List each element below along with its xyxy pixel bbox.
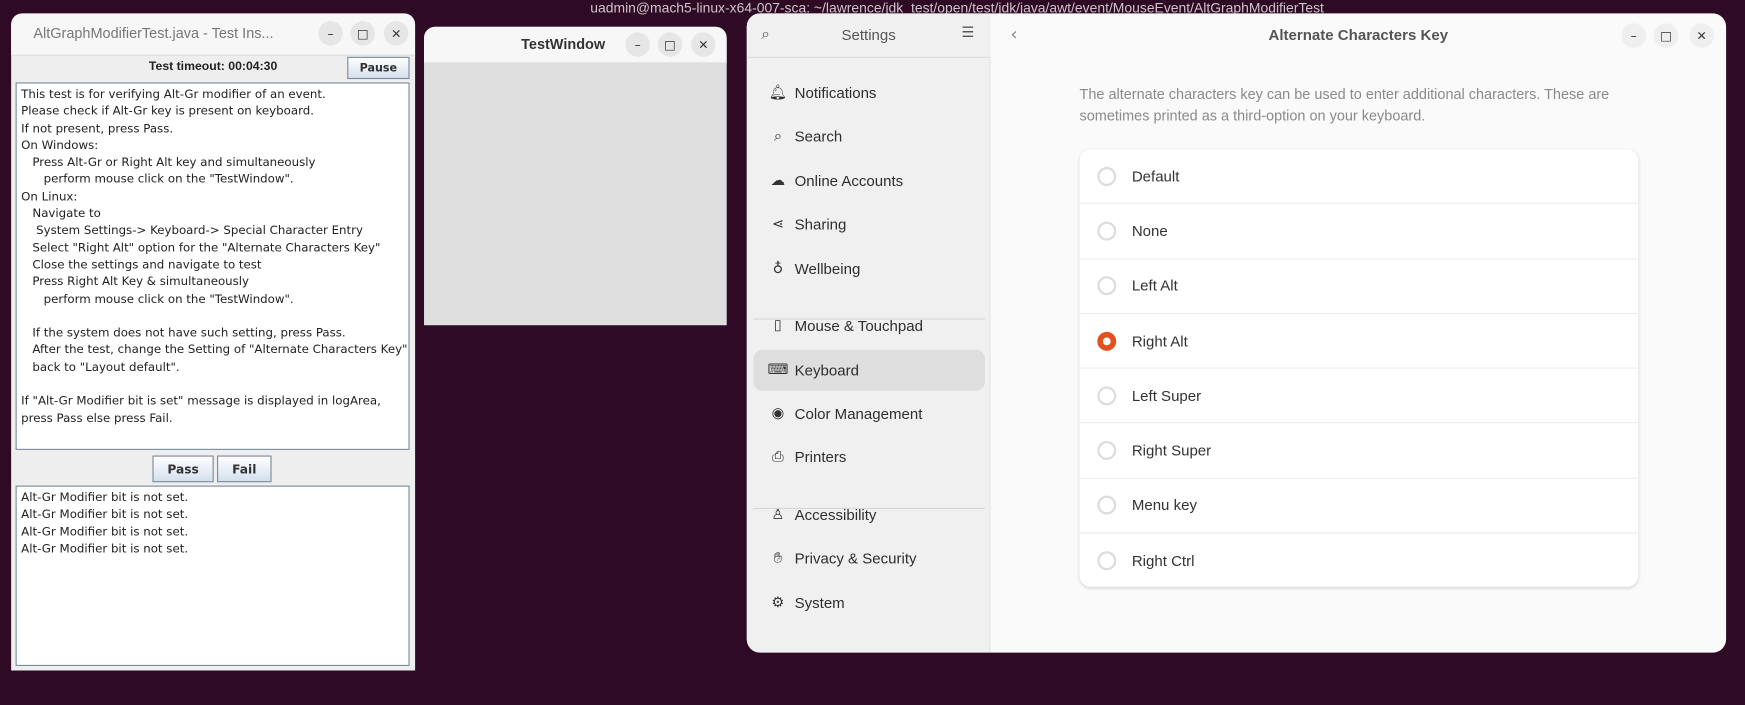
- option-label: None: [1131, 222, 1168, 240]
- sidebar-item-label: Accessibility: [794, 506, 877, 524]
- option-label: Left Super: [1131, 387, 1202, 405]
- share-icon: ⋖: [771, 216, 784, 233]
- bell-icon: 🔔︎: [768, 84, 788, 102]
- sidebar-item-system[interactable]: ⚙ System: [753, 582, 984, 623]
- sidebar-item-online-accounts[interactable]: ☁ Online Accounts: [753, 160, 984, 201]
- close-button[interactable]: ✕: [691, 32, 716, 57]
- sidebar-item-mouse-touchpad[interactable]: ▯ Mouse & Touchpad: [753, 305, 984, 346]
- minimize-button[interactable]: –: [1621, 23, 1646, 48]
- title-bar[interactable]: TestWindow – □ ✕: [424, 26, 727, 64]
- pass-button[interactable]: Pass: [152, 455, 214, 483]
- hand-icon: ✋︎: [773, 550, 783, 567]
- radio-button[interactable]: [1097, 386, 1117, 406]
- description: The alternate characters key can be used…: [1079, 85, 1610, 124]
- sidebar-item-label: Search: [794, 128, 843, 145]
- title-bar[interactable]: AltGraphModifierTest.java - Test Ins... …: [11, 13, 416, 56]
- settings-window: ⠿Apps🔔︎Notifications⌕Search☁Online Accou…: [746, 13, 1727, 653]
- sidebar-item-wellbeing[interactable]: ♁ Wellbeing: [753, 248, 984, 289]
- sidebar-item-label: Sharing: [794, 216, 847, 233]
- test-window[interactable]: TestWindow – □ ✕: [424, 26, 727, 326]
- keyboard-icon: ⌨: [767, 361, 789, 379]
- option-row[interactable]: None: [1079, 204, 1639, 260]
- gear-icon: ⚙: [771, 594, 785, 612]
- sidebar-item-label: System: [794, 594, 845, 612]
- cloud-icon: ☁: [770, 172, 786, 190]
- fail-button[interactable]: Fail: [217, 455, 272, 483]
- printer-icon: ⎙: [772, 448, 784, 466]
- minimize-button[interactable]: –: [318, 21, 343, 46]
- menu-icon[interactable]: ☰: [962, 25, 975, 42]
- search-icon: ⌕: [773, 128, 782, 145]
- wellbeing-icon: ♁: [772, 260, 784, 278]
- option-label: Right Ctrl: [1131, 552, 1195, 570]
- close-button[interactable]: ✕: [1689, 23, 1714, 48]
- option-row[interactable]: Left Super: [1079, 369, 1639, 424]
- maximize-button[interactable]: □: [657, 32, 683, 57]
- sidebar-divider: [753, 318, 985, 320]
- sidebar-item-label: Keyboard: [794, 361, 859, 379]
- option-row[interactable]: Default: [1079, 149, 1639, 205]
- option-row[interactable]: Right Alt: [1079, 314, 1639, 369]
- sidebar-item-printers[interactable]: ⎙ Printers: [753, 437, 984, 478]
- sidebar-item-color-management[interactable]: ◉ Color Management: [753, 393, 984, 434]
- sidebar-header: ⌕ Settings ☰: [746, 13, 991, 58]
- option-label: Menu key: [1131, 497, 1197, 514]
- maximize-button[interactable]: □: [350, 21, 376, 46]
- sidebar-item-label: Printers: [794, 448, 847, 466]
- color-icon: ◉: [771, 405, 785, 423]
- window-title: AltGraphModifierTest.java - Test Ins...: [33, 24, 274, 42]
- sidebar-item-label: Color Management: [794, 405, 923, 423]
- radio-button[interactable]: [1097, 221, 1117, 241]
- option-row[interactable]: Menu key: [1079, 479, 1639, 534]
- radio-button[interactable]: [1097, 276, 1117, 296]
- option-row[interactable]: Right Super: [1079, 424, 1639, 479]
- close-icon: ✕: [698, 37, 709, 52]
- sidebar-item-keyboard[interactable]: ⌨ Keyboard: [753, 349, 985, 391]
- minimize-icon: –: [634, 37, 641, 52]
- maximize-button[interactable]: □: [1653, 23, 1679, 48]
- sidebar-item-label: Wellbeing: [794, 260, 861, 278]
- close-button[interactable]: ✕: [383, 21, 409, 46]
- page-title: Alternate Characters Key: [1268, 26, 1449, 44]
- minimize-icon: –: [1630, 28, 1637, 43]
- sidebar-item-notifications[interactable]: 🔔︎ Notifications: [753, 72, 984, 113]
- sidebar-item-search[interactable]: ⌕ Search: [753, 116, 984, 157]
- sidebar-item-accessibility[interactable]: ♙ Accessibility: [753, 494, 984, 535]
- radio-button[interactable]: [1097, 441, 1117, 461]
- radio-button[interactable]: [1097, 166, 1117, 186]
- maximize-icon: □: [664, 37, 676, 52]
- sidebar-item-label: Privacy & Security: [794, 550, 917, 567]
- accessibility-icon: ♙: [771, 506, 785, 524]
- sidebar-item-label: Notifications: [794, 84, 877, 102]
- sidebar-item-sharing[interactable]: ⋖ Sharing: [753, 204, 984, 245]
- maximize-icon: □: [357, 26, 369, 41]
- radio-button[interactable]: [1097, 551, 1117, 571]
- option-label: Right Alt: [1131, 332, 1188, 350]
- close-icon: ✕: [1696, 28, 1707, 43]
- option-label: Left Alt: [1131, 277, 1178, 295]
- sidebar-item-label: Mouse & Touchpad: [794, 317, 923, 335]
- close-icon: ✕: [391, 26, 402, 41]
- maximize-icon: □: [1660, 28, 1672, 43]
- option-row[interactable]: Left Alt: [1079, 259, 1639, 314]
- minimize-icon: –: [327, 26, 334, 41]
- instructions-text-area[interactable]: This test is for verifying Alt-Gr modifi…: [15, 82, 410, 450]
- sidebar-item-label: Online Accounts: [794, 172, 904, 190]
- options-list: Default None Left Alt Right Alt Left Super Ri…: [1079, 149, 1639, 589]
- radio-button[interactable]: [1097, 331, 1117, 351]
- sidebar-title: Settings: [841, 26, 896, 44]
- sidebar: ⠿Apps🔔︎Notifications⌕Search☁Online Accou…: [746, 13, 991, 653]
- option-label: Right Super: [1131, 442, 1212, 460]
- test-instructions-window: AltGraphModifierTest.java - Test Ins... …: [11, 13, 416, 671]
- option-label: Default: [1131, 167, 1180, 185]
- option-row[interactable]: Right Ctrl: [1080, 534, 1639, 589]
- radio-button[interactable]: [1097, 496, 1117, 516]
- sidebar-item-privacy-security[interactable]: ✋︎ Privacy & Security: [753, 538, 984, 579]
- pause-button[interactable]: Pause: [347, 56, 410, 80]
- sidebar-divider: [753, 507, 985, 509]
- log-area[interactable]: Alt-Gr Modifier bit is not set. Alt-Gr M…: [15, 485, 410, 666]
- mouse-icon: ▯: [773, 317, 782, 335]
- minimize-button[interactable]: –: [625, 32, 650, 57]
